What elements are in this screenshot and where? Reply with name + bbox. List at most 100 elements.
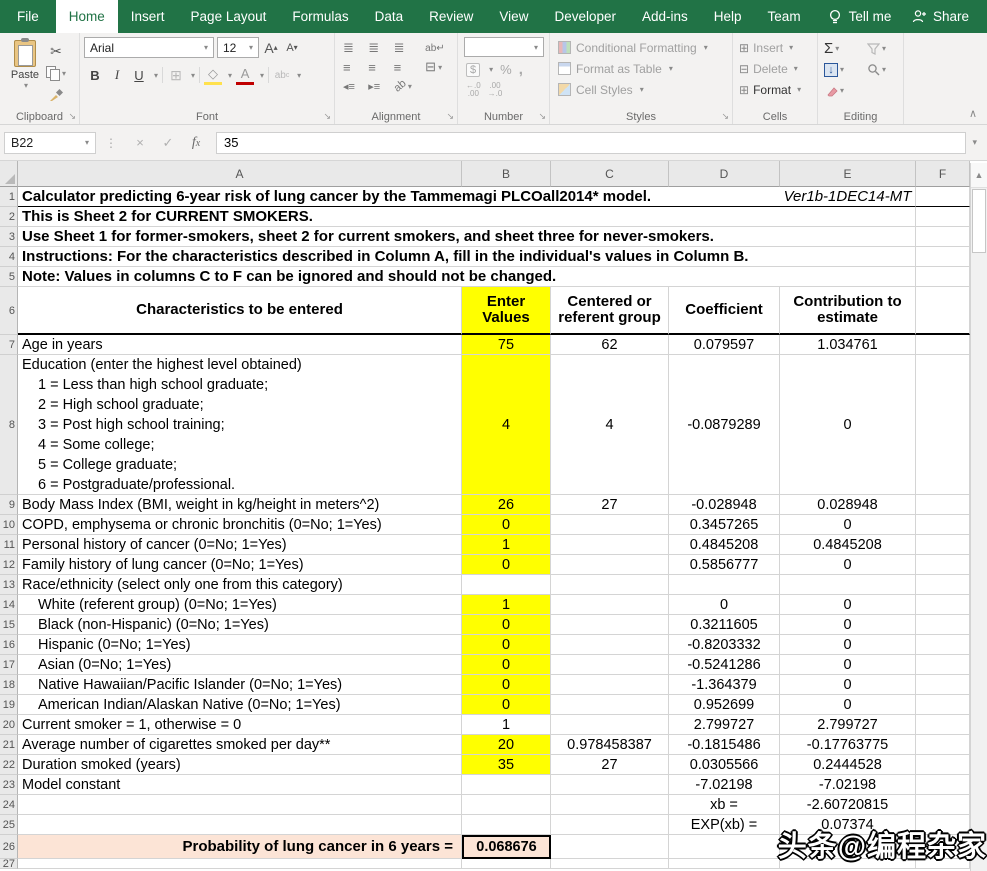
cell-B9[interactable]: 26 [462, 495, 551, 515]
cell-D18[interactable]: -1.364379 [669, 675, 780, 695]
cell-A24[interactable] [18, 795, 462, 815]
enter-formula-icon[interactable]: ✓ [154, 135, 182, 151]
cell-C8[interactable]: 4 [551, 355, 669, 495]
expand-formula-bar-icon[interactable]: ▾ [966, 137, 983, 148]
cell-E19[interactable]: 0 [780, 695, 916, 715]
cell-A1[interactable]: Calculator predicting 6-year risk of lun… [18, 187, 780, 207]
col-header-B[interactable]: B [462, 161, 551, 187]
sort-filter-button[interactable]: ▾ [867, 39, 899, 58]
decrease-indent-icon[interactable]: ◂≡ [343, 77, 363, 95]
cell-B7[interactable]: 75 [462, 335, 551, 355]
row-header-16[interactable]: 16 [0, 635, 18, 655]
comma-style-icon[interactable]: , [519, 61, 523, 78]
cell-F12[interactable] [916, 555, 970, 575]
cell-C19[interactable] [551, 695, 669, 715]
cell-B15[interactable]: 0 [462, 615, 551, 635]
row-header-23[interactable]: 23 [0, 775, 18, 795]
underline-button[interactable]: U [130, 65, 148, 85]
cell-F3[interactable] [916, 227, 970, 247]
phonetic-icon[interactable]: ab c [273, 65, 291, 85]
cell-E8[interactable]: 0 [780, 355, 916, 495]
cell-D25[interactable]: EXP(xb) = [669, 815, 780, 835]
cell-A13[interactable]: Race/ethnicity (select only one from thi… [18, 575, 462, 595]
cell-C18[interactable] [551, 675, 669, 695]
cell-A25[interactable] [18, 815, 462, 835]
format-as-table-button[interactable]: Format as Table ▾ [558, 58, 728, 79]
tab-formulas[interactable]: Formulas [279, 0, 361, 33]
row-header-19[interactable]: 19 [0, 695, 18, 715]
cell-F4[interactable] [916, 247, 970, 267]
row-header-5[interactable]: 5 [0, 267, 18, 287]
cell-D21[interactable]: -0.1815486 [669, 735, 780, 755]
cell-D16[interactable]: -0.8203332 [669, 635, 780, 655]
cancel-formula-icon[interactable]: × [126, 135, 154, 150]
increase-indent-icon[interactable]: ▸≡ [368, 77, 388, 95]
alignment-dialog-launcher[interactable]: ↘ [446, 111, 454, 122]
cell-A17[interactable]: Asian (0=No; 1=Yes) [18, 655, 462, 675]
cell-B17[interactable]: 0 [462, 655, 551, 675]
cell-C17[interactable] [551, 655, 669, 675]
col-header-F[interactable]: F [916, 161, 970, 187]
cell-B11[interactable]: 1 [462, 535, 551, 555]
name-box-dropdown-arrow[interactable]: ▾ [85, 138, 89, 147]
cell-D8[interactable]: -0.0879289 [669, 355, 780, 495]
cell-B6[interactable]: Enter Values [462, 287, 551, 335]
cell-D7[interactable]: 0.079597 [669, 335, 780, 355]
cell-A16[interactable]: Hispanic (0=No; 1=Yes) [18, 635, 462, 655]
cell-E14[interactable]: 0 [780, 595, 916, 615]
cell-E16[interactable]: 0 [780, 635, 916, 655]
cell-B24[interactable] [462, 795, 551, 815]
tab-review[interactable]: Review [416, 0, 486, 33]
row-header-10[interactable]: 10 [0, 515, 18, 535]
italic-button[interactable]: I [108, 65, 126, 85]
cell-C13[interactable] [551, 575, 669, 595]
cell-D27[interactable] [669, 859, 780, 869]
cell-D10[interactable]: 0.3457265 [669, 515, 780, 535]
cell-D22[interactable]: 0.0305566 [669, 755, 780, 775]
cell-B27[interactable] [462, 859, 551, 869]
cell-A2[interactable]: This is Sheet 2 for CURRENT SMOKERS. [18, 207, 780, 227]
cell-C25[interactable] [551, 815, 669, 835]
cell-A15[interactable]: Black (non-Hispanic) (0=No; 1=Yes) [18, 615, 462, 635]
cell-D26[interactable] [669, 835, 780, 859]
row-header-1[interactable]: 1 [0, 187, 18, 207]
tab-file[interactable]: File [0, 0, 56, 33]
tab-team[interactable]: Team [755, 0, 814, 33]
font-name-combo[interactable]: Arial ▾ [84, 37, 214, 58]
select-all-corner[interactable] [0, 161, 18, 187]
tab-developer[interactable]: Developer [541, 0, 629, 33]
cell-F21[interactable] [916, 735, 970, 755]
cell-A20[interactable]: Current smoker = 1, otherwise = 0 [18, 715, 462, 735]
conditional-formatting-button[interactable]: Conditional Formatting ▾ [558, 37, 728, 58]
cell-C27[interactable] [551, 859, 669, 869]
cell-E6[interactable]: Contribution to estimate [780, 287, 916, 335]
cell-E5[interactable] [780, 267, 916, 287]
number-dialog-launcher[interactable]: ↘ [538, 111, 546, 122]
insert-cells-button[interactable]: ⊞ Insert ▾ [739, 37, 813, 58]
row-header-13[interactable]: 13 [0, 575, 18, 595]
cell-E12[interactable]: 0 [780, 555, 916, 575]
cell-A21[interactable]: Average number of cigarettes smoked per … [18, 735, 462, 755]
cell-A23[interactable]: Model constant [18, 775, 462, 795]
row-header-21[interactable]: 21 [0, 735, 18, 755]
delete-cells-button[interactable]: ⊟ Delete ▾ [739, 58, 813, 79]
col-header-E[interactable]: E [780, 161, 916, 187]
cell-D13[interactable] [669, 575, 780, 595]
cell-A22[interactable]: Duration smoked (years) [18, 755, 462, 775]
scrollbar-thumb[interactable] [972, 189, 986, 253]
cell-D15[interactable]: 0.3211605 [669, 615, 780, 635]
col-header-D[interactable]: D [669, 161, 780, 187]
align-bottom-icon[interactable]: ≣ [394, 39, 421, 57]
share-button[interactable]: Share [912, 0, 987, 33]
fill-button[interactable]: ↓ ▾ [824, 60, 857, 79]
cell-F7[interactable] [916, 335, 970, 355]
align-middle-icon[interactable]: ≣ [368, 39, 388, 57]
cell-B16[interactable]: 0 [462, 635, 551, 655]
cell-C9[interactable]: 27 [551, 495, 669, 515]
align-right-icon[interactable]: ≡ [394, 58, 421, 76]
cell-B23[interactable] [462, 775, 551, 795]
clear-button[interactable]: ▾ [824, 81, 857, 100]
cell-D12[interactable]: 0.5856777 [669, 555, 780, 575]
cell-A19[interactable]: American Indian/Alaskan Native (0=No; 1=… [18, 695, 462, 715]
cell-E15[interactable]: 0 [780, 615, 916, 635]
